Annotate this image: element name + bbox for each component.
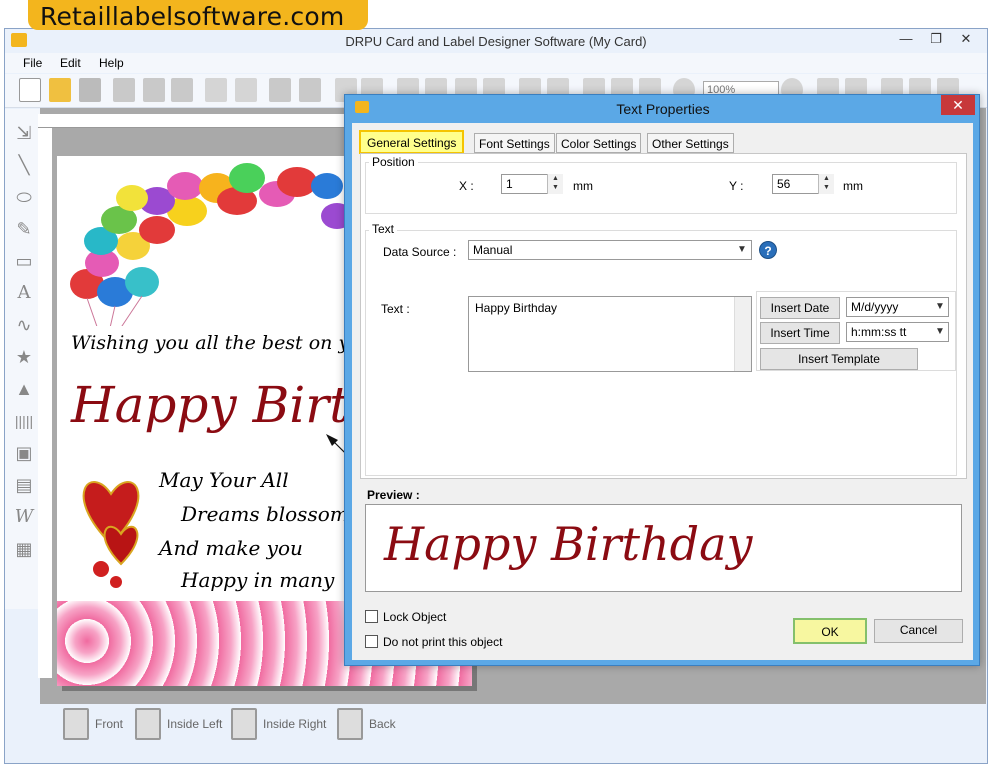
page-inside-left-icon <box>135 708 161 740</box>
preview-text: Happy Birthday <box>384 517 753 571</box>
y-label: Y : <box>729 179 744 193</box>
drawing-tools-panel: ⇲ ╲ ⬭ ✎ ▭ A ∿ ★ ▲ ||||| ▣ ▤ W ▦ <box>5 109 41 609</box>
insert-template-button[interactable]: Insert Template <box>760 348 918 370</box>
lock-object-checkbox[interactable] <box>365 610 378 623</box>
page-inside-right-icon <box>231 708 257 740</box>
insert-date-button[interactable]: Insert Date <box>760 297 840 319</box>
barcode-tool-icon[interactable]: ||||| <box>12 409 36 433</box>
tab-color-settings[interactable]: Color Settings <box>556 133 642 153</box>
title-bar: DRPU Card and Label Designer Software (M… <box>5 29 987 53</box>
pattern-tool-icon[interactable]: ▦ <box>12 537 36 561</box>
cancel-button[interactable]: Cancel <box>874 619 963 643</box>
data-source-select[interactable]: Manual <box>468 240 752 260</box>
minimize-button[interactable]: — <box>891 31 921 46</box>
preview-label: Preview : <box>367 488 420 502</box>
x-spinner[interactable]: ▲ ▼ <box>547 174 563 194</box>
database-add-icon[interactable] <box>269 78 291 102</box>
menu-help[interactable]: Help <box>99 56 124 70</box>
triangle-tool-icon[interactable]: ▲ <box>12 377 36 401</box>
time-format-dropdown-icon[interactable]: ▼ <box>932 323 948 341</box>
page-tabs-bar: Front Inside Left Inside Right Back <box>5 706 987 756</box>
data-source-label: Data Source : <box>383 245 457 259</box>
text-input-scrollbar[interactable] <box>734 297 751 371</box>
menu-file[interactable]: File <box>23 56 42 70</box>
menu-edit[interactable]: Edit <box>60 56 81 70</box>
line-tool-icon[interactable]: ╲ <box>12 153 36 177</box>
restore-button[interactable]: ❐ <box>921 31 951 47</box>
data-source-dropdown-icon[interactable]: ▼ <box>734 241 750 259</box>
text-label: Text : <box>381 302 410 316</box>
close-window-button[interactable]: ✕ <box>951 31 981 47</box>
card-verse-line-4[interactable]: Happy in many <box>181 568 334 592</box>
hearts-image <box>82 481 140 588</box>
date-format-dropdown-icon[interactable]: ▼ <box>932 298 948 316</box>
menu-bar: File Edit Help <box>5 53 987 73</box>
dialog-body: General Settings Font Settings Color Set… <box>352 123 973 660</box>
card-verse-line-3[interactable]: And make you <box>159 536 303 560</box>
y-spinner[interactable]: ▲ ▼ <box>818 174 834 194</box>
text-tool-icon[interactable]: A <box>12 281 36 305</box>
general-settings-panel: Position X : 1 ▲ ▼ mm Y : 56 ▲ ▼ mm Text D… <box>360 153 967 479</box>
export-icon[interactable] <box>171 78 193 102</box>
tab-font-settings[interactable]: Font Settings <box>474 133 555 153</box>
database-icon[interactable] <box>299 78 321 102</box>
help-icon[interactable]: ? <box>759 241 777 259</box>
page-tab-inside-right[interactable]: Inside Right <box>231 708 326 740</box>
do-not-print-checkbox[interactable] <box>365 635 378 648</box>
position-group <box>365 162 957 214</box>
page-tab-inside-left-label: Inside Left <box>167 717 223 731</box>
properties-icon[interactable] <box>205 78 227 102</box>
page-tab-front[interactable]: Front <box>63 708 123 740</box>
tab-general-settings[interactable]: General Settings <box>359 130 465 154</box>
x-label: X : <box>459 179 474 193</box>
text-properties-dialog: Text Properties ✕ General Settings Font … <box>344 94 980 666</box>
page-tab-front-label: Front <box>95 717 124 731</box>
x-unit: mm <box>573 179 593 193</box>
dialog-title: Text Properties <box>616 101 710 117</box>
card-wish-line[interactable]: Wishing you all the best on your <box>71 332 382 354</box>
curve-tool-icon[interactable]: ∿ <box>12 313 36 337</box>
print-icon[interactable] <box>235 78 257 102</box>
do-not-print-label: Do not print this object <box>383 635 503 649</box>
horizontal-ruler <box>38 114 358 128</box>
page-tab-back[interactable]: Back <box>337 708 396 740</box>
card-verse-line-1[interactable]: May Your All <box>159 468 289 492</box>
page-back-icon <box>337 708 363 740</box>
ok-button[interactable]: OK <box>793 618 867 644</box>
rectangle-tool-icon[interactable]: ▭ <box>12 249 36 273</box>
lock-object-label: Lock Object <box>383 610 447 624</box>
position-group-label: Position <box>369 155 418 169</box>
close-doc-icon[interactable] <box>79 78 101 102</box>
open-icon[interactable] <box>49 78 71 102</box>
preview-box: Happy Birthday <box>365 504 962 592</box>
new-icon[interactable] <box>19 78 41 102</box>
image-tool-icon[interactable]: ▣ <box>12 441 36 465</box>
page-tab-back-label: Back <box>369 717 396 731</box>
text-group-label: Text <box>369 222 398 236</box>
picture-library-icon[interactable]: ▤ <box>12 473 36 497</box>
save-icon[interactable] <box>113 78 135 102</box>
ellipse-tool-icon[interactable]: ⬭ <box>12 185 36 209</box>
select-tool-icon[interactable]: ⇲ <box>12 121 36 145</box>
dialog-close-button[interactable]: ✕ <box>941 95 975 115</box>
window-title: DRPU Card and Label Designer Software (M… <box>345 34 647 49</box>
page-tab-inside-right-label: Inside Right <box>263 717 327 731</box>
wordart-tool-icon[interactable]: W <box>12 505 36 529</box>
star-tool-icon[interactable]: ★ <box>12 345 36 369</box>
text-input[interactable]: Happy Birthday <box>468 296 752 372</box>
insert-time-button[interactable]: Insert Time <box>760 322 840 344</box>
y-unit: mm <box>843 179 863 193</box>
page-tab-inside-left[interactable]: Inside Left <box>135 708 222 740</box>
watermark-banner: Retaillabelsoftware.com <box>28 0 368 31</box>
page-front-icon <box>63 708 89 740</box>
pencil-tool-icon[interactable]: ✎ <box>12 217 36 241</box>
save-as-icon[interactable] <box>143 78 165 102</box>
vertical-ruler <box>38 128 52 678</box>
card-headline[interactable]: Happy Birt <box>71 376 349 434</box>
tab-other-settings[interactable]: Other Settings <box>647 133 734 153</box>
